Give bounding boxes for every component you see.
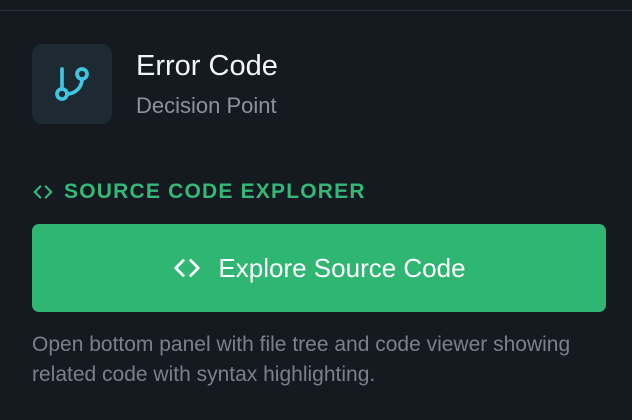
code-brackets-icon: [33, 185, 53, 199]
explore-source-code-button[interactable]: Explore Source Code: [32, 224, 606, 312]
node-icon-tile: [32, 44, 112, 124]
top-divider: [0, 10, 632, 11]
section-label: SOURCE CODE EXPLORER: [64, 180, 366, 203]
explore-button-label: Explore Source Code: [218, 252, 466, 283]
code-brackets-icon: [174, 259, 201, 277]
git-branch-icon: [55, 67, 89, 101]
node-text: Error Code Decision Point: [136, 49, 278, 118]
node-subtitle: Decision Point: [136, 92, 277, 118]
description-text: Open bottom panel with file tree and cod…: [32, 333, 571, 386]
section-header: SOURCE CODE EXPLORER: [32, 180, 366, 204]
node-title: Error Code: [136, 49, 278, 82]
node-header: Error Code Decision Point: [32, 44, 278, 124]
